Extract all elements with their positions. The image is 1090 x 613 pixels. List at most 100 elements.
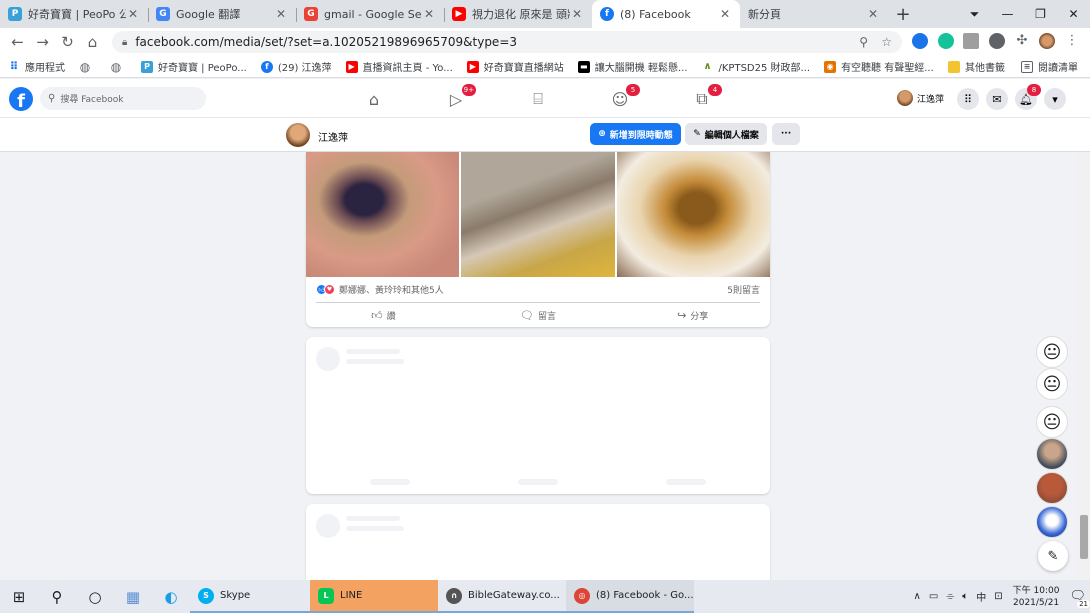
menu-grid-icon[interactable]: ⠿	[957, 88, 979, 110]
menu-dots-icon[interactable]: ⋮	[1064, 33, 1080, 49]
facebook-logo-icon[interactable]: f	[9, 87, 33, 111]
profile-menu-icon[interactable]: ⏷	[958, 0, 991, 28]
profile-subheader: 江逸萍 ⊕ 新增到限時動態 ✎ 編輯個人檔案 ···	[0, 118, 1090, 152]
tab-gmail-search[interactable]: G gmail - Google Search ✕	[296, 0, 444, 28]
ime-mode-icon[interactable]: ⊡	[994, 591, 1002, 602]
groups-icon[interactable]: ☺ 5	[609, 84, 640, 110]
close-icon[interactable]: ✕	[274, 7, 288, 21]
edit-profile-button[interactable]: ✎ 編輯個人檔案	[685, 123, 767, 145]
taskbar-app-line[interactable]: L LINE	[310, 580, 438, 613]
facebook-search-input[interactable]: ⚲ 搜尋 Facebook	[40, 87, 206, 110]
thumbs-up-icon: 👍︎	[371, 308, 383, 322]
contact-avatar[interactable]: 😐︎	[1036, 336, 1068, 368]
new-message-button[interactable]: ✎	[1038, 541, 1068, 571]
contact-avatar[interactable]: 😐︎	[1036, 406, 1068, 438]
skeleton-line	[666, 479, 706, 485]
bookmark-facebook[interactable]: f (29) 江逸萍	[260, 59, 332, 74]
new-tab-button[interactable]: +	[888, 0, 918, 28]
url-text: facebook.com/media/set/?set=a.1020521989…	[135, 35, 518, 49]
tab-google-translate[interactable]: G Google 翻譯 ✕	[148, 0, 296, 28]
taskbar-app-biblegateway[interactable]: ∩ BibleGateway.co...	[438, 580, 566, 613]
marketplace-icon[interactable]: ⌸	[527, 88, 549, 110]
contact-avatar[interactable]: 😐︎	[1036, 368, 1068, 400]
bookmark-reading-list[interactable]: ≡ 閱讀清單	[1021, 59, 1078, 74]
bookmark-globe[interactable]: ◍	[79, 60, 96, 74]
puzzle-icon[interactable]: ✣	[1014, 33, 1030, 49]
chevron-up-icon[interactable]: ∧	[914, 591, 921, 602]
close-icon[interactable]: ✕	[866, 7, 880, 21]
profile-name[interactable]: 江逸萍	[318, 129, 348, 144]
bookmark-brain[interactable]: ▬ 讓大腦開機 輕鬆懸...	[577, 59, 688, 74]
share-button[interactable]: ↪ 分享	[615, 309, 770, 322]
extension-icon[interactable]	[963, 33, 979, 49]
volume-icon[interactable]: 🔈︎	[962, 591, 968, 602]
bookmark-apps[interactable]: ⠿ 應用程式	[8, 59, 65, 74]
close-icon[interactable]: ✕	[126, 7, 140, 21]
notifications-bell-icon[interactable]: 🔔︎ 8	[1015, 84, 1041, 110]
tab-youtube[interactable]: ▶ 視力退化 原來是 頭狀 ✕	[444, 0, 592, 28]
profile-avatar[interactable]	[1039, 33, 1055, 49]
home-icon[interactable]: ⌂	[80, 30, 105, 54]
extension-icon[interactable]	[912, 33, 928, 49]
battery-icon[interactable]: ▭	[929, 591, 938, 602]
bookmark-globe[interactable]: ◍	[110, 60, 127, 74]
bookmark-kptsd[interactable]: ∧/KPTSD25 財政部...	[702, 59, 810, 74]
notifications-badge: 8	[1027, 84, 1041, 96]
comments-count[interactable]: 5則留言	[727, 283, 760, 296]
forward-arrow-icon[interactable]: →	[30, 30, 55, 54]
bookmark-other[interactable]: 其他書籤	[948, 59, 1005, 74]
restore-icon[interactable]: ❐	[1024, 0, 1057, 28]
watch-icon[interactable]: ▷ 9+	[445, 84, 476, 110]
account-dropdown-icon[interactable]: ▾	[1044, 88, 1066, 110]
profile-chip[interactable]: 江逸萍	[897, 90, 944, 106]
grammarly-icon[interactable]	[938, 33, 954, 49]
network-icon[interactable]: ⌯	[946, 591, 954, 602]
bookmark-star-icon[interactable]: ☆	[881, 35, 892, 49]
close-icon[interactable]: ✕	[422, 7, 436, 21]
contact-avatar[interactable]	[1036, 438, 1068, 470]
contact-avatar[interactable]	[1036, 506, 1068, 538]
reaction-summary[interactable]: 👍︎ ♥ 鄭娜娜、黃玲玲和其他5人	[316, 283, 444, 296]
search-icon[interactable]: ⚲	[38, 580, 76, 613]
bookmark-peopo[interactable]: P 好奇寶寶 | PeoPo...	[141, 59, 247, 74]
cortana-icon[interactable]: ○	[76, 580, 114, 613]
taskbar-clock[interactable]: 下午 10:00 2021/5/21	[1013, 585, 1060, 609]
extension-icon[interactable]	[989, 33, 1005, 49]
folder-icon	[948, 60, 960, 73]
ime-indicator[interactable]: 中	[976, 589, 986, 604]
file-explorer-icon[interactable]: ▦	[114, 580, 152, 613]
tab-facebook[interactable]: f (8) Facebook ✕	[592, 0, 740, 28]
contact-avatar[interactable]	[1036, 472, 1068, 504]
avatar[interactable]	[286, 123, 310, 147]
close-icon[interactable]: ✕	[570, 7, 584, 21]
more-options-button[interactable]: ···	[772, 123, 800, 145]
zoom-icon[interactable]: ⚲	[859, 35, 868, 49]
address-bar[interactable]: 🔒︎ facebook.com/media/set/?set=a.1020521…	[112, 31, 902, 53]
tab-new-tab[interactable]: 新分頁 ✕	[740, 0, 888, 28]
messenger-icon[interactable]: ✉	[986, 88, 1008, 110]
minimize-icon[interactable]: —	[991, 0, 1024, 28]
close-icon[interactable]: ✕	[718, 7, 732, 21]
bookmark-youtube-live[interactable]: ▶ 好奇寶寶直播網站	[466, 59, 564, 74]
taskbar-app-chrome[interactable]: ◎ (8) Facebook - Go...	[566, 580, 694, 613]
post-photo[interactable]	[616, 152, 770, 277]
add-story-button[interactable]: ⊕ 新增到限時動態	[590, 123, 681, 145]
post-photo[interactable]	[306, 152, 460, 277]
gaming-icon[interactable]: ⧉ 4	[691, 84, 722, 110]
close-window-icon[interactable]: ✕	[1057, 0, 1090, 28]
bookmarks-bar: ⠿ 應用程式 ◍ ◍ P 好奇寶寶 | PeoPo... f (29) 江逸萍 ▶ 直播…	[0, 56, 1090, 78]
tab-peopo[interactable]: P 好奇寶寶 | PeoPo 公民 ✕	[0, 0, 148, 28]
edge-icon[interactable]: ◐	[152, 580, 190, 613]
scrollbar-thumb[interactable]	[1080, 515, 1088, 559]
windows-start-icon[interactable]: ⊞	[0, 580, 38, 613]
bookmark-audio-bible[interactable]: ◉ 有空聽聽 有聲聖經...	[824, 59, 934, 74]
back-arrow-icon[interactable]: ←	[5, 30, 30, 54]
notification-center-icon[interactable]: 🗨︎ 21	[1069, 589, 1090, 608]
like-button[interactable]: 👍︎ 讚	[306, 309, 461, 322]
taskbar-app-skype[interactable]: S Skype	[190, 580, 310, 613]
bookmark-youtube-studio[interactable]: ▶ 直播資訊主頁 - Yo...	[345, 59, 453, 74]
post-photo[interactable]	[461, 152, 615, 277]
reload-icon[interactable]: ↻	[55, 30, 80, 54]
comment-button[interactable]: 🗨︎ 留言	[461, 309, 616, 322]
home-icon[interactable]: ⌂	[363, 88, 385, 110]
